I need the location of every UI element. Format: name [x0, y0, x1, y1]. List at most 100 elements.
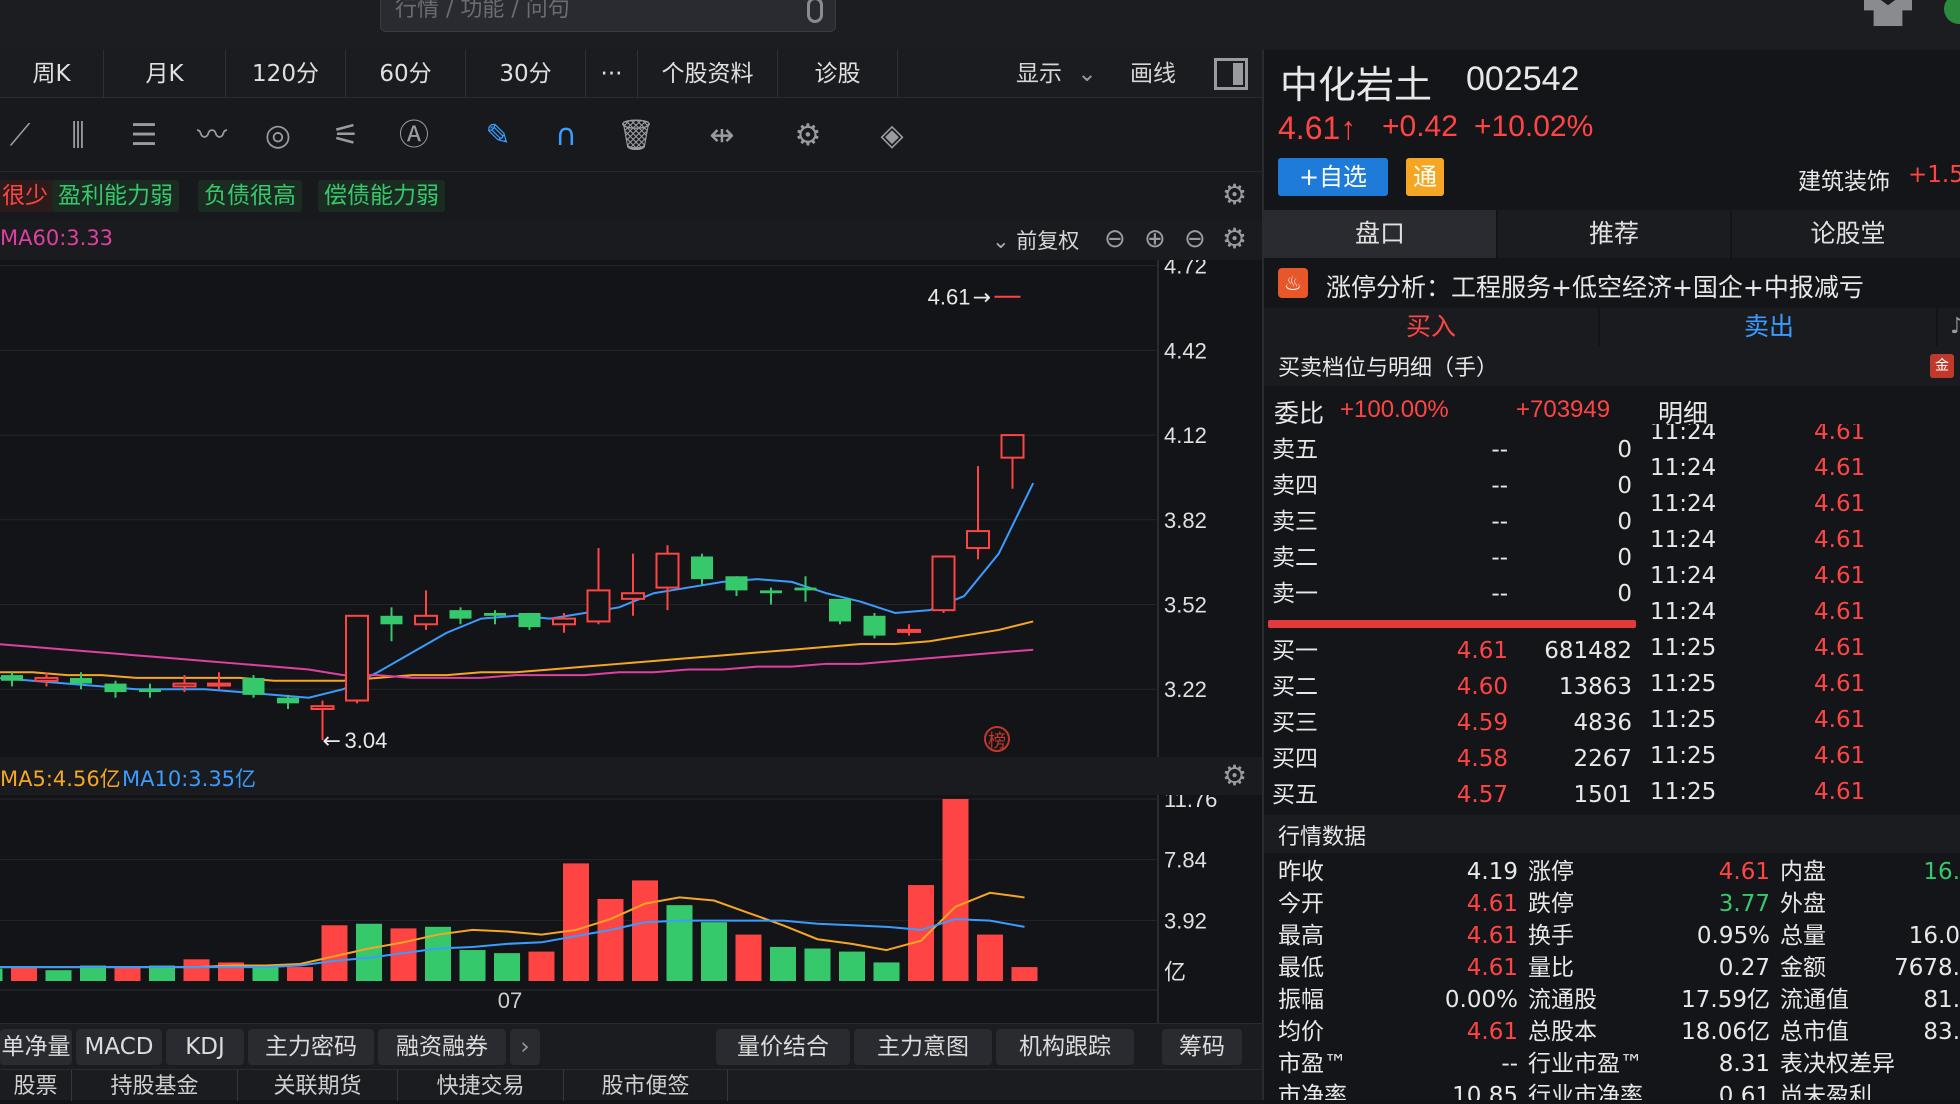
trash-icon[interactable]: 🗑	[616, 116, 656, 156]
more-periods-button[interactable]: ···	[586, 50, 638, 98]
more-trade-tab[interactable]: ♪	[1950, 308, 1960, 346]
tag-weak-solvency[interactable]: 偿债能力弱	[318, 180, 445, 212]
microphone-icon[interactable]	[807, 0, 823, 23]
pitchfork-tool-icon[interactable]: ⚟	[326, 116, 366, 156]
add-watchlist-button[interactable]: +自选	[1278, 158, 1388, 196]
trendline-tool-icon[interactable]: ⟋	[0, 116, 40, 156]
market-field-value: 0.00%	[1444, 987, 1518, 1013]
chip-distribution-button[interactable]: 筹码	[1162, 1029, 1242, 1065]
tick-time: 11:25	[1650, 671, 1717, 697]
candle-body	[931, 555, 956, 612]
volume-bar	[356, 923, 382, 981]
limit-up-text: 涨停分析：工程服务+低空经济+国企+中报减亏	[1326, 273, 1864, 302]
fibonacci-tool-icon[interactable]: ☰	[124, 116, 164, 156]
pen-tool-icon[interactable]: ✎	[478, 116, 518, 156]
layers-icon[interactable]: ◈	[872, 116, 912, 156]
adjust-dropdown[interactable]: ⌄ 前复权	[992, 225, 1079, 255]
draw-line-button[interactable]: 画线	[1130, 50, 1176, 98]
magnet-icon[interactable]: ∩	[546, 116, 586, 156]
tab-30min[interactable]: 30分	[466, 50, 586, 98]
tick-row[interactable]: 11:25 4.61	[1650, 738, 1960, 774]
wave-tool-icon[interactable]: 〰	[192, 116, 232, 156]
more-indicators-chevron-icon[interactable]: ›	[510, 1029, 540, 1065]
tab-macd[interactable]: MACD	[76, 1029, 162, 1065]
tick-row[interactable]: 11:24 4.61	[1650, 558, 1960, 594]
volume-tick-label: 11.76	[1164, 795, 1217, 812]
tab-stock[interactable]: 股票	[0, 1070, 72, 1101]
zoom-out-icon[interactable]: ⊖	[1104, 224, 1126, 254]
sell-tab[interactable]: 卖出	[1602, 308, 1938, 346]
tab-institution-track[interactable]: 机构跟踪	[996, 1029, 1134, 1065]
tab-main-force-code[interactable]: 主力密码	[248, 1029, 374, 1065]
market-field-value: 4.61	[1466, 891, 1518, 917]
tab-recommend[interactable]: 推荐	[1498, 210, 1732, 258]
tab-margin-trading[interactable]: 融资融券	[378, 1029, 506, 1065]
minimize-icon[interactable]: ⊖	[1184, 224, 1206, 254]
tick-time: 11:24	[1650, 563, 1717, 589]
tong-badge[interactable]: 通	[1406, 158, 1444, 196]
tab-60min[interactable]: 60分	[346, 50, 466, 98]
candle-body	[345, 614, 369, 702]
limit-up-analysis[interactable]: ♨ 涨停分析：工程服务+低空经济+国企+中报减亏	[1264, 258, 1960, 308]
tick-row[interactable]: 11:24 4.61	[1650, 594, 1960, 630]
tick-row[interactable]: 11:24 4.61	[1650, 522, 1960, 558]
market-field-value: 8.31	[1718, 1051, 1770, 1077]
settings-gear-icon[interactable]: ⚙	[788, 116, 828, 156]
market-field-value: 16.	[1923, 859, 1960, 885]
zoom-in-icon[interactable]: ⊕	[1144, 224, 1166, 254]
chart-settings-gear-icon[interactable]: ⚙	[1222, 222, 1247, 255]
cycle-tool-icon[interactable]: ◎	[258, 116, 298, 156]
display-dropdown[interactable]: 显示 ⌄	[1016, 50, 1097, 98]
compress-icon[interactable]: ⇹	[702, 116, 742, 156]
tag-weak-profit[interactable]: 盈利能力弱	[52, 180, 179, 212]
skin-shirt-icon[interactable]	[1864, 0, 1912, 26]
tab-stock-info[interactable]: 个股资料	[638, 50, 778, 98]
tick-time: 11:24	[1650, 599, 1717, 625]
volume-bar	[287, 967, 313, 981]
tick-row[interactable]: 11:25 4.61	[1650, 630, 1960, 666]
adjust-label: 前复权	[1016, 229, 1080, 253]
tab-quick-trade[interactable]: 快捷交易	[398, 1070, 564, 1101]
tick-row[interactable]: 11:25 4.61	[1650, 666, 1960, 702]
kline-chart[interactable]: 4.72 4.42 4.12 3.82 3.52 3.22 4.61 → ← 3.04 榜	[0, 260, 1262, 757]
price-tick-label: 4.42	[1164, 338, 1207, 363]
tab-120min[interactable]: 120分	[226, 50, 346, 98]
tick-row[interactable]: 11:24 4.61	[1650, 486, 1960, 522]
tab-related-futures[interactable]: 关联期货	[238, 1070, 398, 1101]
market-field-label: 最低	[1278, 955, 1324, 981]
tags-settings-gear-icon[interactable]: ⚙	[1222, 178, 1247, 211]
tab-net-volume[interactable]: 单净量	[0, 1029, 72, 1065]
tag-few[interactable]: 很少	[0, 180, 54, 212]
text-annotation-tool-icon[interactable]: Ⓐ	[394, 116, 434, 156]
sector-name[interactable]: 建筑装饰	[1798, 162, 1890, 196]
market-data-title: 行情数据	[1278, 825, 1367, 850]
tag-high-debt[interactable]: 负债很高	[198, 180, 302, 212]
search-input[interactable]: 行情 / 功能 / 问句	[380, 0, 836, 32]
tab-week-k[interactable]: 周K	[0, 50, 104, 98]
tab-handicap[interactable]: 盘口	[1264, 210, 1498, 258]
level2-icon[interactable]: 金	[1930, 354, 1954, 378]
volume-settings-gear-icon[interactable]: ⚙	[1222, 759, 1247, 792]
tab-kdj[interactable]: KDJ	[166, 1029, 244, 1065]
vertical-lines-tool-icon[interactable]: ⫼	[58, 116, 98, 156]
panel-toggle-icon[interactable]	[1214, 58, 1248, 90]
tick-row[interactable]: 11:24 4.61	[1650, 424, 1960, 450]
price-tick-label: 3.22	[1164, 677, 1207, 702]
tick-row[interactable]: 11:24 4.61	[1650, 450, 1960, 486]
market-field-value: 0.27	[1718, 955, 1770, 981]
tick-row[interactable]: 11:25 4.61	[1650, 702, 1960, 738]
tab-volume-price[interactable]: 量价结合	[716, 1029, 850, 1065]
avatar[interactable]	[1944, 0, 1960, 24]
tick-time: 11:25	[1650, 707, 1717, 733]
tab-forum[interactable]: 论股堂	[1732, 210, 1960, 258]
tab-month-k[interactable]: 月K	[104, 50, 226, 98]
tab-diagnose[interactable]: 诊股	[778, 50, 898, 98]
tick-row[interactable]: 11:25 4.61	[1650, 774, 1960, 810]
buy-tab[interactable]: 买入	[1264, 308, 1600, 346]
tab-holding-funds[interactable]: 持股基金	[72, 1070, 238, 1101]
volume-chart[interactable]: 11.76 7.84 3.92 亿 07	[0, 795, 1262, 1023]
tab-stock-notes[interactable]: 股市便签	[564, 1070, 728, 1101]
tab-main-intent[interactable]: 主力意图	[854, 1029, 992, 1065]
tick-detail-list[interactable]: 11:24 4.61 11:24 4.61 11:24 4.61 11:24 4.61 11:2…	[1264, 424, 1960, 814]
market-field-label: 行业市盈™	[1528, 1051, 1643, 1077]
